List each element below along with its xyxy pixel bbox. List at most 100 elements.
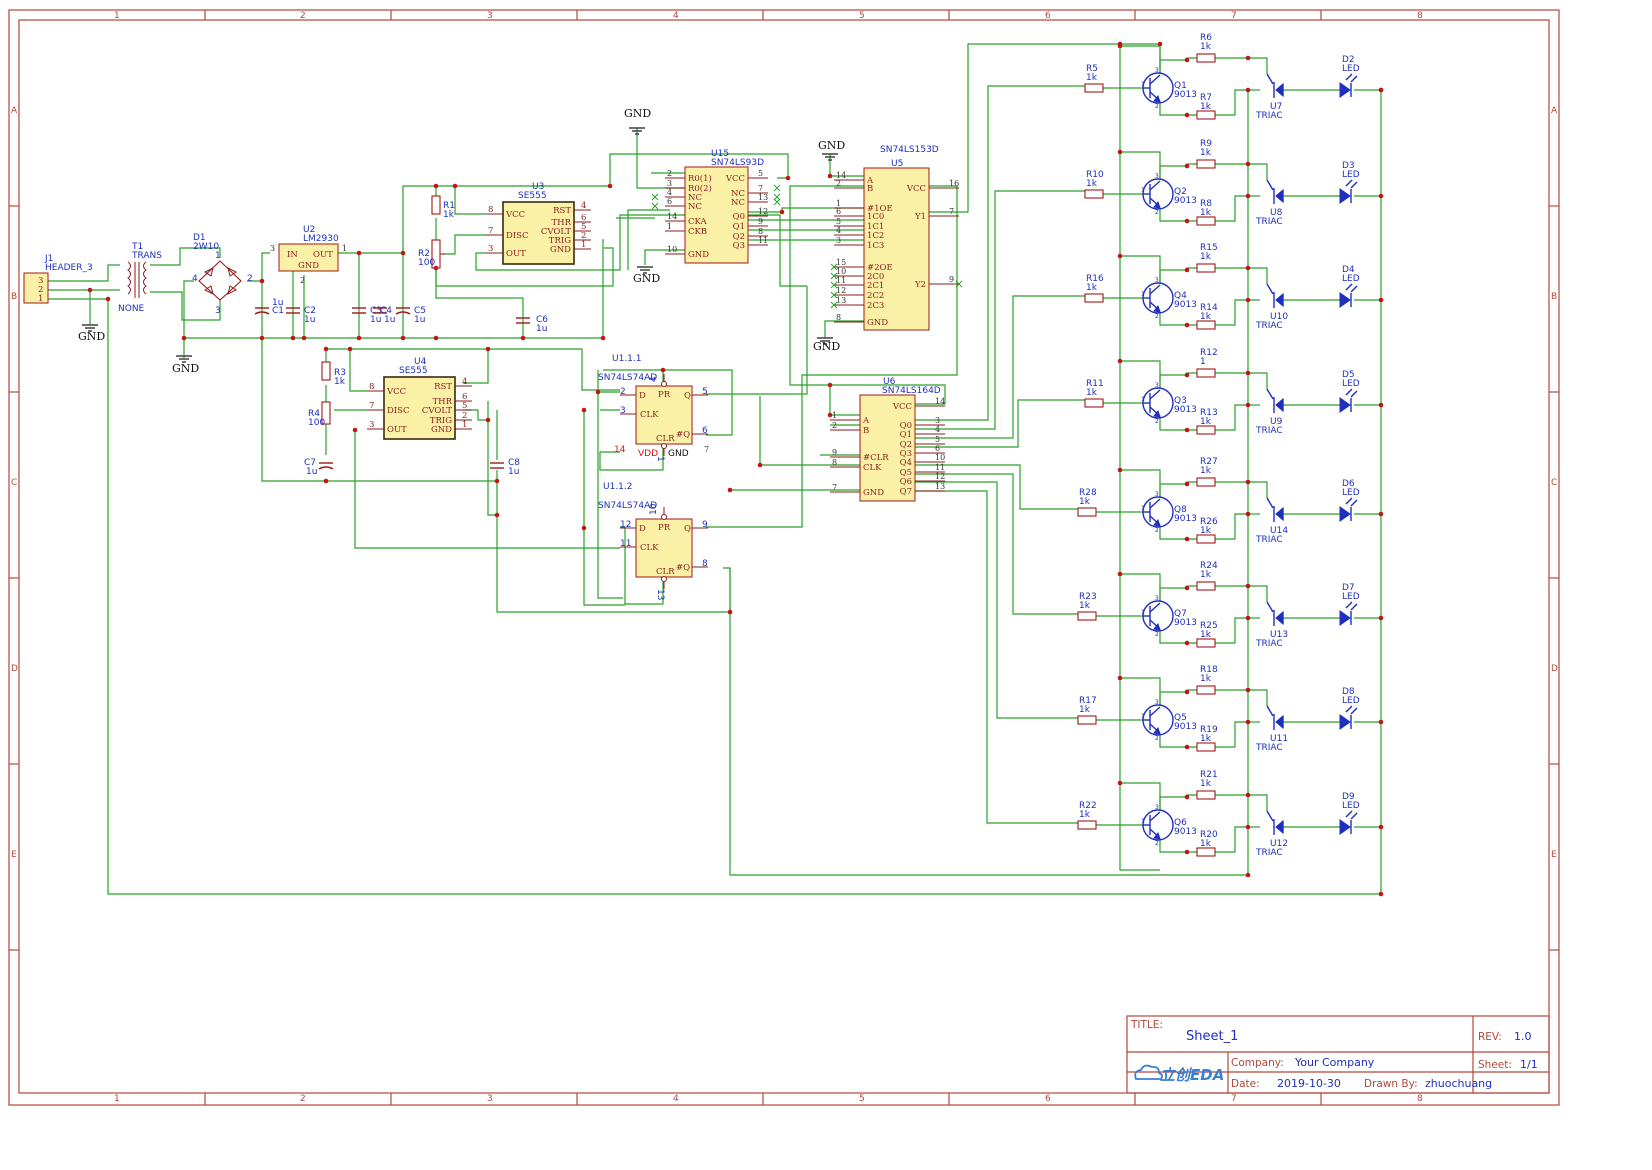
- junction-dot: [779, 209, 785, 215]
- u15-pin-label: CKA: [688, 217, 708, 227]
- led-ray: [1345, 179, 1353, 187]
- channel-wire: [1215, 585, 1268, 602]
- channel-top-resistor: [1196, 53, 1216, 63]
- c8-value: 1u: [508, 467, 519, 477]
- u4-pin-number: 7: [369, 401, 374, 411]
- transistor-pin2: 2: [1155, 313, 1159, 320]
- row-label-right: C: [1551, 478, 1557, 488]
- led-ray: [1345, 810, 1353, 818]
- u4-pin-number: 3: [369, 420, 374, 430]
- u6-pin-number: 7: [832, 483, 837, 492]
- u6-pin-number: 3: [935, 416, 940, 425]
- u6-pin-label: Q7: [900, 487, 912, 497]
- led-ray: [1350, 603, 1358, 611]
- u4-pin-label: DISC: [387, 406, 410, 416]
- u5-pin-label: 1C0: [867, 212, 884, 222]
- junction-dot: [1184, 794, 1190, 800]
- triac-arrow: [1275, 292, 1284, 308]
- c2-value: 1u: [304, 315, 315, 325]
- u1a-pin-label: #Q: [676, 430, 690, 440]
- d1-pin1: 1: [215, 251, 221, 261]
- u15-pin-number: 12: [758, 207, 768, 216]
- col-label-top: 8: [1417, 11, 1423, 21]
- col-label-bottom: 5: [859, 1094, 865, 1104]
- low-resistor-value: 1k: [1200, 312, 1212, 322]
- u5-pin-label: Y2: [914, 280, 926, 290]
- sheet-number-value: 1/1: [1520, 1058, 1538, 1071]
- row-label-right: B: [1551, 292, 1557, 302]
- led-triangle: [1339, 610, 1351, 626]
- u1b-pin-number: 10: [649, 503, 659, 515]
- junction-dot: [181, 335, 187, 341]
- channel-low-resistor: [1196, 742, 1216, 752]
- j1-value: HEADER_3: [45, 263, 93, 273]
- junction-dot: [827, 412, 833, 418]
- transistor-pin1: 1: [1141, 713, 1145, 720]
- transistor-collector: [1149, 602, 1161, 613]
- channel-base-resistor: [1077, 715, 1097, 725]
- d1-bridge-rectifier: D1 2W10 1 2 3 4: [192, 233, 253, 316]
- led-value: LED: [1342, 592, 1360, 602]
- row-label-left: C: [11, 478, 17, 488]
- channel-wires: [1096, 45, 1381, 853]
- triac-value: TRIAC: [1255, 639, 1283, 649]
- led-ray: [1345, 705, 1353, 713]
- c3-capacitor: C31u: [352, 306, 382, 325]
- junction-dot: [1378, 511, 1384, 517]
- gnd-label: GND: [172, 362, 199, 375]
- u5-pin-number: 3: [836, 236, 841, 245]
- junction-dot: [1184, 427, 1190, 433]
- transistor-value: 9013: [1174, 300, 1197, 310]
- channel-low-resistor: [1196, 847, 1216, 857]
- u2-value: LM2930: [303, 234, 339, 244]
- transistor-pin2: 2: [1155, 631, 1159, 638]
- u6-pin-label: Q1: [900, 430, 912, 440]
- channel-wire: [1215, 617, 1248, 644]
- base-resistor-value: 1k: [1079, 810, 1091, 820]
- u3-pin-number: 8: [488, 205, 493, 215]
- u5-pin-number: 13: [836, 296, 846, 305]
- junction-dot: [1245, 297, 1251, 303]
- junction-dot: [1378, 193, 1384, 199]
- u5-pin-number: 4: [836, 226, 841, 235]
- junction-dot: [1245, 719, 1251, 725]
- u1a-pin-number: 4: [649, 376, 659, 382]
- u6-pin-number: 14: [935, 397, 945, 406]
- channel-wire: [1215, 689, 1268, 706]
- company-label: Company:: [1231, 1057, 1284, 1069]
- u1a-bubble: [661, 381, 667, 387]
- triac-lead: [1266, 601, 1274, 613]
- junction-dot: [400, 250, 406, 256]
- u1a-pin-label: CLR: [656, 434, 675, 444]
- u1a-pin-label: Q: [684, 391, 691, 401]
- led-ray: [1350, 285, 1358, 293]
- r3-body: [321, 361, 331, 381]
- col-label-bottom: 8: [1417, 1094, 1423, 1104]
- grid-reference-labels: 1122334455667788A AB BC CD DE E: [9, 10, 1559, 1105]
- triac-lead: [1266, 283, 1274, 295]
- junction-dot: [595, 389, 601, 395]
- j1-pin1: 1: [38, 294, 43, 304]
- drawn-by-value: zhuochuang: [1425, 1077, 1492, 1090]
- junction-dot: [1117, 675, 1123, 681]
- junction-dot: [600, 335, 606, 341]
- channel-base-resistor: [1084, 189, 1104, 199]
- u15-pin-number: 7: [758, 184, 763, 193]
- u6-pin-number: 6: [935, 444, 940, 453]
- u5-pin-label: 2C1: [867, 281, 884, 291]
- u1b-pin-number: 9: [702, 520, 708, 530]
- led-triangle: [1339, 82, 1351, 98]
- triac-arrow: [1275, 506, 1284, 522]
- transistor-value: 9013: [1174, 196, 1197, 206]
- channel-base-resistor: [1077, 820, 1097, 830]
- junction-dot: [1117, 253, 1123, 259]
- u4-pin-label: CVOLT: [422, 406, 452, 416]
- low-resistor-value: 1k: [1200, 208, 1212, 218]
- junction-dot: [1184, 536, 1190, 542]
- u5-pin-number: 10: [836, 267, 846, 276]
- top-resistor-value: 1k: [1200, 570, 1212, 580]
- u1b-ref: U1.1.2: [603, 482, 633, 492]
- triac-arrow: [1275, 819, 1284, 835]
- base-resistor-value: 1k: [1079, 705, 1091, 715]
- triac-value: TRIAC: [1255, 217, 1283, 227]
